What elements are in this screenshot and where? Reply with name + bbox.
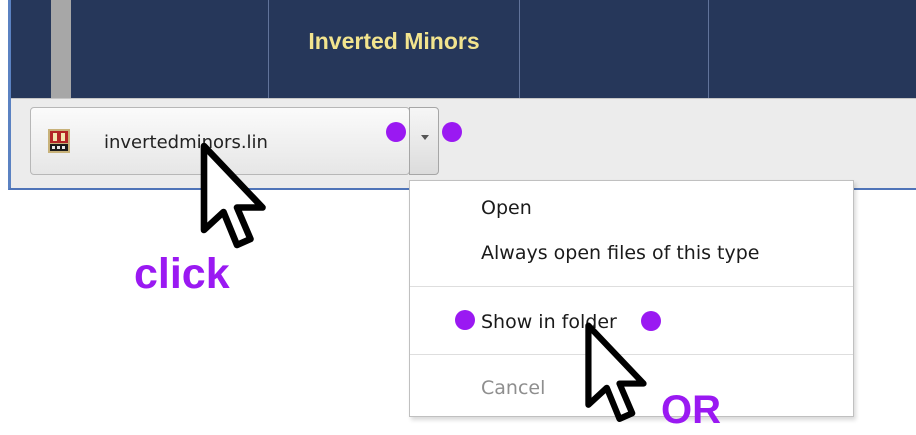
menu-item-cancel: Cancel xyxy=(481,377,546,399)
chevron-down-icon xyxy=(421,135,429,140)
table-column-divider xyxy=(519,0,520,98)
menu-item-open[interactable]: Open xyxy=(481,197,532,219)
download-shelf: invertedminors.lin xyxy=(11,98,916,188)
page-heading: Inverted Minors xyxy=(308,28,480,54)
download-menu-button[interactable] xyxy=(409,107,439,175)
highlight-dot xyxy=(442,122,462,142)
highlight-dot xyxy=(386,122,406,142)
table-column-divider xyxy=(708,0,709,98)
menu-separator xyxy=(410,286,853,287)
vertical-scrollbar[interactable] xyxy=(51,0,71,98)
mouse-pointer-icon xyxy=(585,322,647,422)
highlight-dot xyxy=(455,310,475,330)
or-annotation: OR xyxy=(661,388,721,432)
menu-item-always-open[interactable]: Always open files of this type xyxy=(481,242,759,264)
mouse-pointer-icon xyxy=(200,142,266,249)
lin-file-icon xyxy=(48,129,70,153)
page-content: Inverted Minors xyxy=(11,0,916,98)
browser-window: Inverted Minors invertedminors.lin xyxy=(8,0,916,190)
